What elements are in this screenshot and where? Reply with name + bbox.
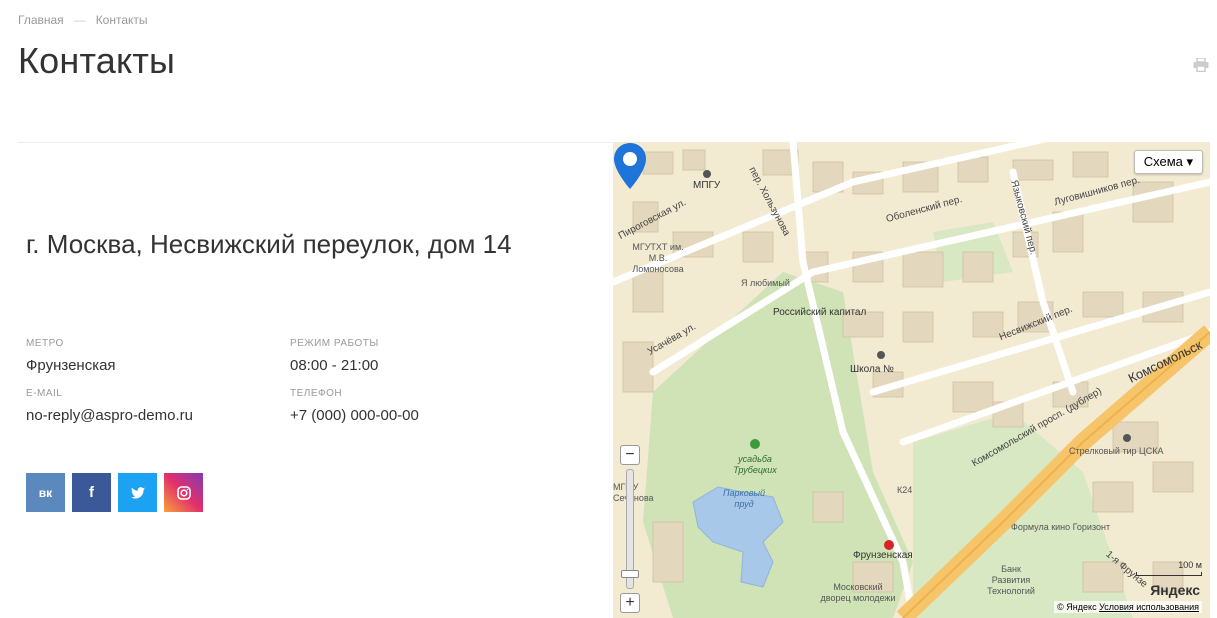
zoom-out-button[interactable]: − [620, 445, 640, 465]
breadcrumb-home-link[interactable]: Главная [18, 13, 64, 27]
vk-button[interactable]: вк [26, 473, 65, 512]
zoom-in-button[interactable]: + [620, 593, 640, 613]
metro-label: МЕТРО [26, 338, 64, 349]
copyright-text: © Яндекс [1057, 602, 1097, 612]
phone-label: ТЕЛЕФОН [290, 388, 343, 399]
page-title: Контакты [18, 40, 176, 81]
terms-link[interactable]: Условия использования [1099, 602, 1199, 612]
twitter-icon [130, 486, 145, 499]
social-links: вк f [26, 473, 203, 512]
email-block: E-MAIL no-reply@aspro-demo.ru [26, 388, 290, 424]
breadcrumb-current: Контакты [95, 13, 148, 27]
instagram-icon [176, 485, 191, 500]
map-label-strelkovy: Стрелковый тир ЦСКА [1069, 446, 1164, 456]
facebook-button[interactable]: f [72, 473, 111, 512]
map-label-frunzenskaya: Фрунзенская [853, 550, 913, 561]
email-link[interactable]: no-reply@aspro-demo.ru [26, 407, 290, 424]
metro-block: МЕТРО Фрунзенская [26, 338, 290, 374]
zoom-slider[interactable] [621, 469, 639, 589]
print-icon[interactable] [1193, 58, 1209, 72]
phone-link[interactable]: +7 (000) 000-00-00 [290, 407, 554, 424]
map-label-usadba: усадьба Трубецких [733, 454, 777, 475]
phone-block: ТЕЛЕФОН +7 (000) 000-00-00 [290, 388, 554, 424]
instagram-button[interactable] [164, 473, 203, 512]
hours-value: 08:00 - 21:00 [290, 357, 379, 374]
vk-icon: вк [38, 485, 53, 500]
map-label-mosk-dvorets: Московский дворец молодежи [820, 582, 896, 603]
breadcrumb: Главная — Контакты [18, 13, 148, 27]
hours-block: РЕЖИМ РАБОТЫ 08:00 - 21:00 [290, 338, 554, 374]
section-divider [18, 142, 613, 143]
yandex-logo[interactable]: Яндекс [1150, 582, 1200, 598]
metro-value: Фрунзенская [26, 357, 116, 374]
map-label-mgutht: МГУТХТ им. М.В. Ломоносова [632, 242, 684, 274]
map-layer-select[interactable]: Схема ▾ [1133, 150, 1203, 174]
map-copyright: © Яндекс Условия использования [1054, 601, 1202, 613]
map-label-k24: К24 [897, 485, 913, 495]
map-label-ya-lyubimy: Я любимый [741, 278, 790, 288]
map-label-parkovy: Парковый пруд [722, 488, 766, 509]
contact-info-grid: МЕТРО Фрунзенская РЕЖИМ РАБОТЫ 08:00 - 2… [26, 338, 566, 424]
map-scale-label: 100 м [1178, 560, 1202, 570]
facebook-icon: f [89, 484, 94, 501]
location-pin-icon[interactable] [613, 142, 647, 190]
map-label-bank: Банк Развития Технологий [987, 564, 1035, 596]
zoom-slider-thumb[interactable] [621, 570, 639, 578]
breadcrumb-separator: — [73, 13, 86, 27]
twitter-button[interactable] [118, 473, 157, 512]
zoom-control: − + [620, 445, 640, 615]
map-label-ros-kapital: Российский капитал [773, 307, 867, 318]
map-scale-bar [1136, 572, 1202, 576]
map-label-shkola: Школа № [850, 364, 894, 375]
contact-address: г. Москва, Несвижский переулок, дом 14 [26, 229, 512, 259]
email-label: E-MAIL [26, 388, 63, 399]
map-label-formula: Формула кино Горизонт [1011, 522, 1111, 532]
hours-label: РЕЖИМ РАБОТЫ [290, 338, 379, 349]
yandex-map[interactable]: МПГУ МГУТХТ им. М.В. Ломоносова Я любимы… [613, 142, 1210, 618]
map-label-mpgu: МПГУ [693, 180, 721, 191]
